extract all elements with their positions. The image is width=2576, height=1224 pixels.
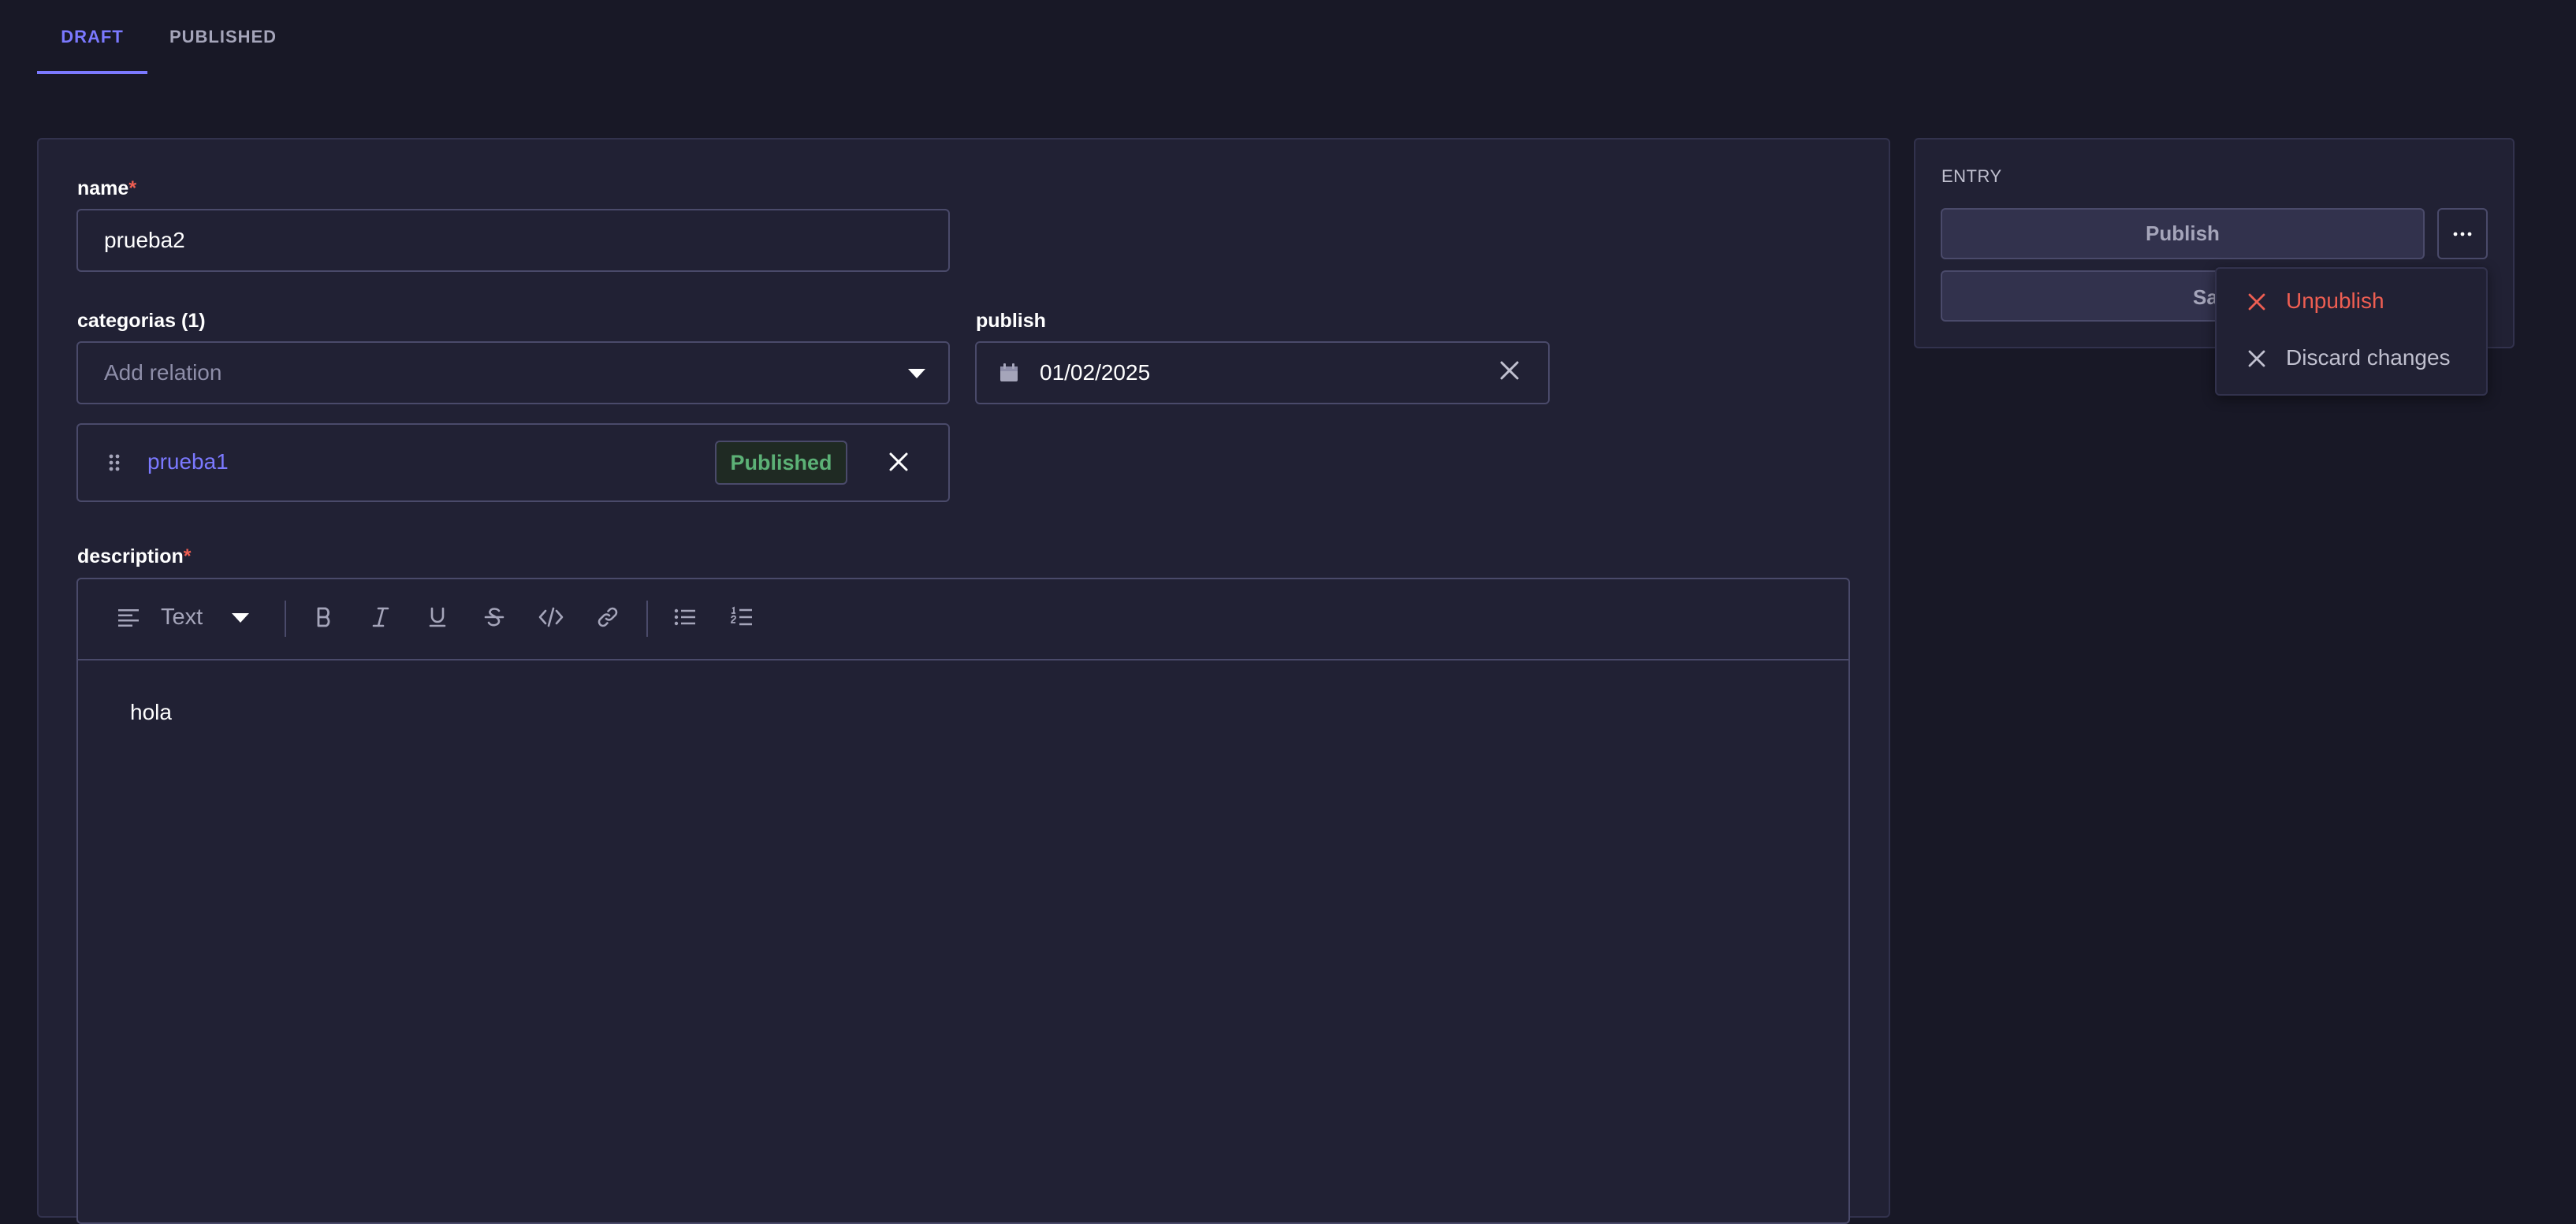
calendar-icon	[1000, 363, 1018, 381]
entry-heading: ENTRY	[1941, 166, 2002, 186]
close-icon	[2248, 293, 2265, 311]
tab-draft[interactable]: DRAFT	[37, 0, 147, 74]
close-icon	[2248, 350, 2265, 367]
caret-down-icon	[908, 369, 925, 378]
numbered-list-icon[interactable]	[726, 601, 758, 633]
menu-item-discard-label: Discard changes	[2286, 345, 2451, 370]
description-label: description*	[77, 545, 192, 567]
name-label: name*	[77, 177, 137, 199]
more-actions-menu: Unpublish Discard changes	[2215, 267, 2488, 396]
more-horizontal-icon	[2453, 232, 2472, 236]
toolbar-divider	[285, 601, 286, 637]
link-icon[interactable]	[592, 601, 624, 633]
menu-item-unpublish[interactable]: Unpublish	[2220, 275, 2483, 327]
editor-toolbar	[78, 579, 1848, 660]
name-input-value: prueba2	[104, 228, 185, 252]
publish-date-value: 01/02/2025	[1040, 360, 1151, 385]
tab-published-label: PUBLISHED	[169, 27, 277, 47]
block-type-label: Text	[161, 605, 203, 630]
italic-icon[interactable]	[365, 601, 396, 633]
add-relation-select[interactable]: Add relation	[76, 341, 950, 404]
status-badge: Published	[715, 441, 847, 485]
publish-button[interactable]: Publish	[1941, 208, 2425, 259]
remove-relation-icon[interactable]	[888, 452, 909, 472]
more-actions-button[interactable]	[2437, 208, 2488, 259]
editor-text: hola	[130, 700, 172, 724]
menu-item-discard-changes[interactable]: Discard changes	[2220, 332, 2483, 384]
publish-date-input[interactable]: 01/02/2025	[975, 341, 1550, 404]
add-relation-placeholder: Add relation	[104, 360, 222, 385]
underline-icon[interactable]	[422, 601, 453, 633]
publish-button-label: Publish	[2146, 221, 2220, 245]
strikethrough-icon[interactable]	[478, 601, 510, 633]
description-editor: hola	[76, 578, 1850, 1224]
required-mark: *	[128, 177, 137, 199]
editor-content[interactable]: hola	[78, 660, 1848, 1224]
tab-draft-label: DRAFT	[61, 27, 124, 47]
bold-icon[interactable]	[309, 601, 341, 633]
caret-down-icon	[232, 613, 249, 623]
bullet-list-icon[interactable]	[669, 601, 701, 633]
name-input[interactable]: prueba2	[76, 209, 950, 272]
toolbar-divider	[646, 601, 648, 637]
clear-date-icon[interactable]	[1499, 360, 1520, 381]
required-mark: *	[183, 545, 192, 567]
status-badge-label: Published	[730, 450, 832, 474]
tab-published[interactable]: PUBLISHED	[158, 0, 288, 74]
relation-item: prueba1 Published	[76, 423, 950, 502]
publish-label: publish	[976, 310, 1046, 332]
block-type-select[interactable]: Text	[110, 597, 260, 637]
drag-handle-icon[interactable]	[108, 453, 121, 472]
code-icon[interactable]	[535, 601, 567, 633]
categorias-label: categorias (1)	[77, 310, 206, 332]
align-left-icon	[118, 609, 139, 627]
menu-item-unpublish-label: Unpublish	[2286, 288, 2384, 313]
relation-link[interactable]: prueba1	[147, 449, 229, 474]
